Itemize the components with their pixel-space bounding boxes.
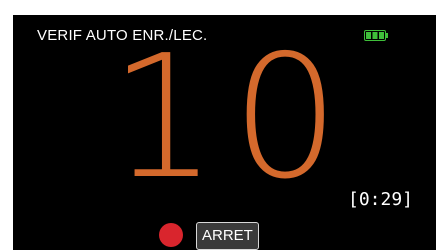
record-dot-icon bbox=[159, 223, 183, 247]
countdown-number: 10 bbox=[109, 19, 354, 217]
camera-screen: VERIF AUTO ENR./LEC. 10 [0:29] ARRET bbox=[13, 15, 436, 250]
recording-time: [0:29] bbox=[348, 189, 414, 210]
stop-button[interactable]: ARRET bbox=[196, 222, 259, 250]
